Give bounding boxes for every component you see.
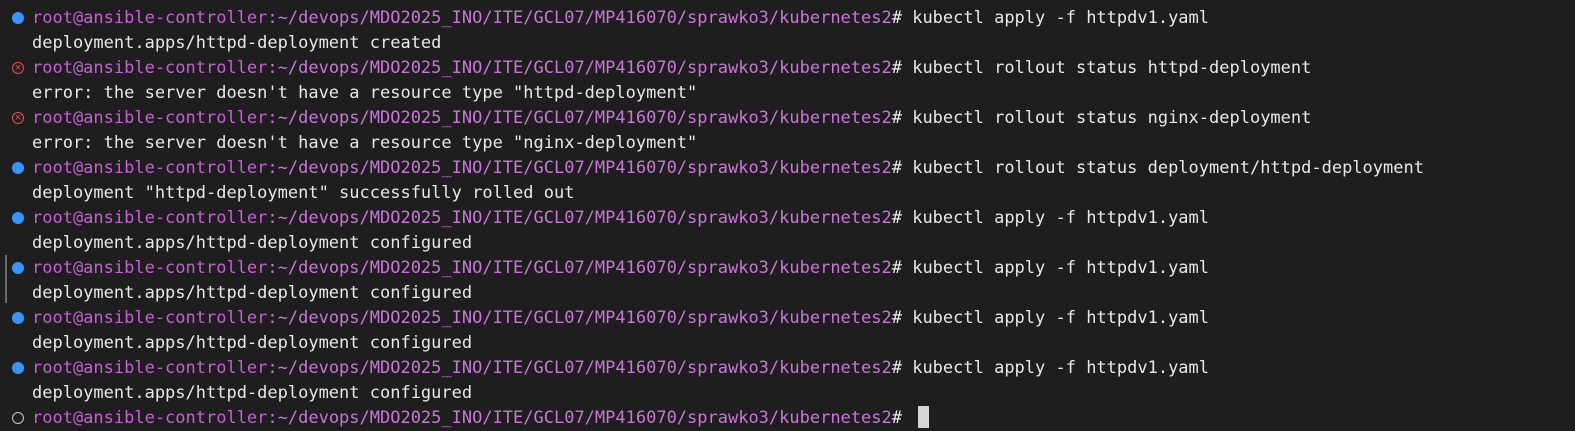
terminal-cursor[interactable] xyxy=(918,406,930,428)
output-text: deployment.apps/httpd-deployment configu… xyxy=(32,283,473,303)
command-pending-icon[interactable] xyxy=(12,412,24,424)
scroll-indicator xyxy=(5,255,7,303)
prompt-user-host: root@ansible-controller xyxy=(32,358,268,378)
command-success-icon[interactable] xyxy=(12,262,24,274)
prompt-command: # kubectl rollout status deployment/http… xyxy=(891,158,1424,178)
command-success-icon[interactable] xyxy=(12,212,24,224)
prompt-command: # kubectl rollout status nginx-deploymen… xyxy=(891,108,1312,128)
output-text: deployment.apps/httpd-deployment created xyxy=(32,33,442,53)
prompt-content: root@ansible-controller:~/devops/MDO2025… xyxy=(32,156,1424,181)
prompt-user-host: root@ansible-controller xyxy=(32,258,268,278)
prompt-content: root@ansible-controller:~/devops/MDO2025… xyxy=(32,306,1209,331)
prompt-content: root@ansible-controller:~/devops/MDO2025… xyxy=(32,356,1209,381)
prompt-path: :~/devops/MDO2025_INO/ITE/GCL07/MP416070… xyxy=(267,358,892,378)
prompt-path: :~/devops/MDO2025_INO/ITE/GCL07/MP416070… xyxy=(267,258,892,278)
prompt-command: # kubectl rollout status httpd-deploymen… xyxy=(891,58,1312,78)
prompt-command: # kubectl apply -f httpdv1.yaml xyxy=(891,358,1210,378)
prompt-path: :~/devops/MDO2025_INO/ITE/GCL07/MP416070… xyxy=(267,58,892,78)
output-text: error: the server doesn't have a resourc… xyxy=(32,133,698,153)
prompt-user-host: root@ansible-controller xyxy=(32,308,268,328)
prompt-path: :~/devops/MDO2025_INO/ITE/GCL07/MP416070… xyxy=(267,308,892,328)
prompt-command: # kubectl apply -f httpdv1.yaml xyxy=(891,8,1210,28)
prompt-path: :~/devops/MDO2025_INO/ITE/GCL07/MP416070… xyxy=(267,208,892,228)
prompt-command: # kubectl apply -f httpdv1.yaml xyxy=(891,258,1210,278)
prompt-user-host: root@ansible-controller xyxy=(32,58,268,78)
prompt-content: root@ansible-controller:~/devops/MDO2025… xyxy=(32,106,1311,131)
prompt-user-host: root@ansible-controller xyxy=(32,8,268,28)
prompt-path: :~/devops/MDO2025_INO/ITE/GCL07/MP416070… xyxy=(267,158,892,178)
command-success-icon[interactable] xyxy=(12,162,24,174)
prompt-path: :~/devops/MDO2025_INO/ITE/GCL07/MP416070… xyxy=(267,8,892,28)
prompt-content: root@ansible-controller:~/devops/MDO2025… xyxy=(32,206,1209,231)
command-success-icon[interactable] xyxy=(12,362,24,374)
command-error-icon[interactable]: × xyxy=(12,62,24,74)
command-success-icon[interactable] xyxy=(12,12,24,24)
prompt-content: root@ansible-controller:~/devops/MDO2025… xyxy=(32,256,1209,281)
output-text: deployment.apps/httpd-deployment configu… xyxy=(32,383,473,403)
prompt-user-host: root@ansible-controller xyxy=(32,408,268,428)
output-text: deployment.apps/httpd-deployment configu… xyxy=(32,333,473,353)
terminal-panel[interactable]: root@ansible-controller:~/devops/MDO2025… xyxy=(0,0,1575,430)
output-text: deployment "httpd-deployment" successful… xyxy=(32,183,575,203)
prompt-path: :~/devops/MDO2025_INO/ITE/GCL07/MP416070… xyxy=(267,108,892,128)
command-error-icon[interactable]: × xyxy=(12,112,24,124)
prompt-command: # kubectl apply -f httpdv1.yaml xyxy=(891,308,1210,328)
prompt-path: :~/devops/MDO2025_INO/ITE/GCL07/MP416070… xyxy=(267,408,892,428)
prompt-command: # kubectl apply -f httpdv1.yaml xyxy=(891,208,1210,228)
prompt-command: # xyxy=(891,408,913,428)
output-text: deployment.apps/httpd-deployment configu… xyxy=(32,233,473,253)
prompt-user-host: root@ansible-controller xyxy=(32,158,268,178)
prompt-content: root@ansible-controller:~/devops/MDO2025… xyxy=(32,6,1209,31)
prompt-user-host: root@ansible-controller xyxy=(32,108,268,128)
prompt-user-host: root@ansible-controller xyxy=(32,208,268,228)
command-success-icon[interactable] xyxy=(12,312,24,324)
prompt-content: root@ansible-controller:~/devops/MDO2025… xyxy=(32,56,1311,81)
output-text: error: the server doesn't have a resourc… xyxy=(32,83,698,103)
prompt-content: root@ansible-controller:~/devops/MDO2025… xyxy=(32,406,930,431)
